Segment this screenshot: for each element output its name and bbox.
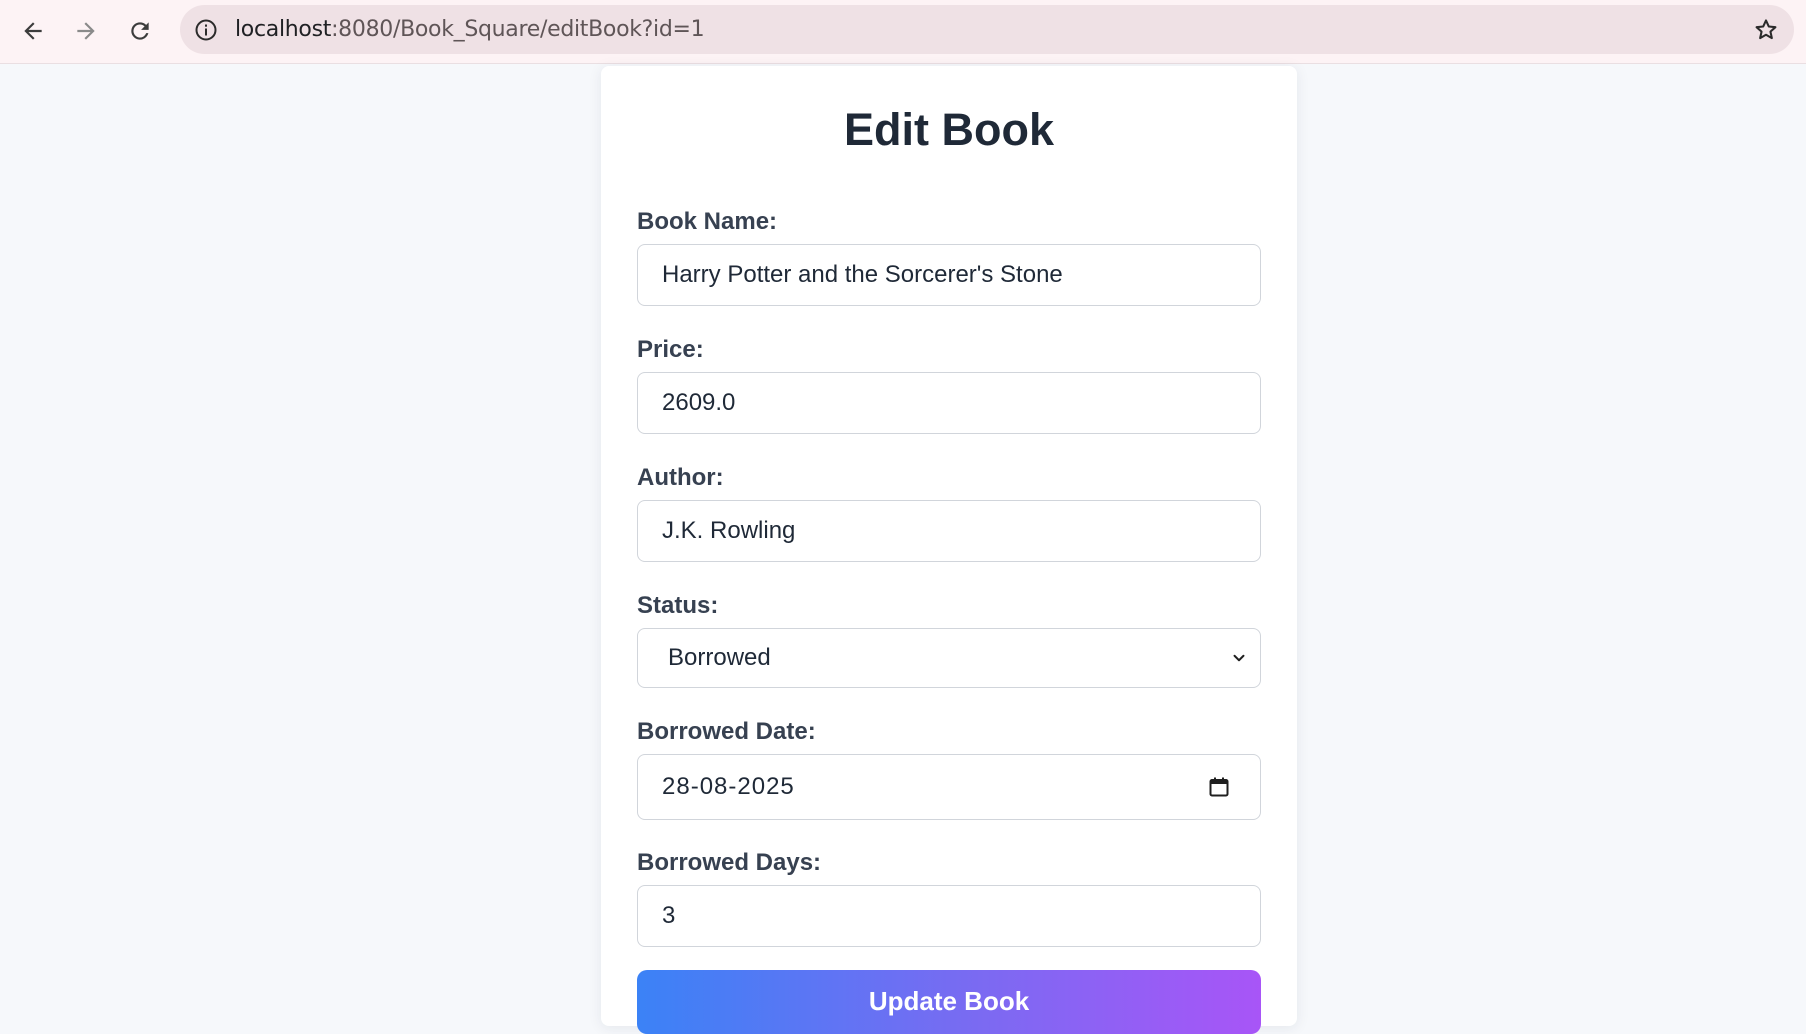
calendar-icon[interactable] bbox=[1206, 774, 1232, 800]
price-input[interactable]: 2609.0 bbox=[637, 372, 1261, 434]
forward-arrow-icon[interactable] bbox=[65, 10, 107, 52]
url-path: :8080/Book_Square/editBook?id=1 bbox=[331, 17, 705, 42]
price-label: Price: bbox=[637, 336, 704, 363]
status-select[interactable]: Borrowed bbox=[637, 628, 1261, 688]
price-value: 2609.0 bbox=[662, 389, 736, 416]
star-icon[interactable] bbox=[1752, 16, 1780, 44]
author-label: Author: bbox=[637, 464, 724, 491]
borrowed-days-value: 3 bbox=[662, 902, 676, 929]
status-label: Status: bbox=[637, 592, 719, 619]
url-text: localhost:8080/Book_Square/editBook?id=1 bbox=[235, 5, 705, 54]
info-icon[interactable] bbox=[194, 18, 218, 42]
back-arrow-icon[interactable] bbox=[12, 10, 54, 52]
author-value: J.K. Rowling bbox=[662, 517, 796, 544]
update-book-button[interactable]: Update Book bbox=[637, 970, 1261, 1034]
reload-icon[interactable] bbox=[119, 10, 161, 52]
book-name-label: Book Name: bbox=[637, 208, 778, 235]
chevron-down-icon bbox=[1230, 649, 1248, 667]
book-name-input[interactable]: Harry Potter and the Sorcerer's Stone bbox=[637, 244, 1261, 306]
edit-book-card: Edit Book Book Name: Harry Potter and th… bbox=[601, 66, 1297, 1034]
author-input[interactable]: J.K. Rowling bbox=[637, 500, 1261, 562]
borrowed-days-input[interactable]: 3 bbox=[637, 885, 1261, 947]
url-host: localhost bbox=[235, 17, 332, 42]
borrowed-date-value: 28-08-2025 bbox=[662, 773, 795, 800]
book-name-value: Harry Potter and the Sorcerer's Stone bbox=[662, 261, 1063, 288]
borrowed-days-label: Borrowed Days: bbox=[637, 849, 822, 876]
address-bar[interactable]: localhost:8080/Book_Square/editBook?id=1 bbox=[180, 5, 1794, 54]
status-value: Borrowed bbox=[668, 644, 771, 671]
borrowed-date-input[interactable]: 28-08-2025 bbox=[637, 754, 1261, 820]
page-title: Edit Book bbox=[844, 104, 1054, 155]
borrowed-date-label: Borrowed Date: bbox=[637, 718, 816, 745]
browser-toolbar: localhost:8080/Book_Square/editBook?id=1 bbox=[0, 0, 1806, 64]
